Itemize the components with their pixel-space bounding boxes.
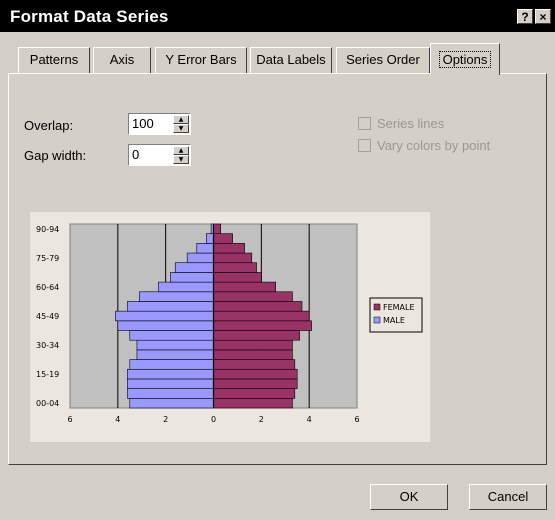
tab-data-labels[interactable]: Data Labels [250,47,332,73]
bar-male-70-74 [174,262,214,273]
gap-width-input[interactable] [132,147,166,162]
bar-female-70-74 [213,262,257,273]
y-tick-label: 30-34 [36,341,59,350]
cancel-button[interactable]: Cancel [469,484,547,510]
legend-swatch-male [373,316,381,324]
gap-width-label: Gap width: [24,148,87,163]
y-tick-label: 15-19 [36,370,59,379]
bar-male-10-14 [127,378,214,389]
bar-female-60-64 [213,281,276,293]
legend-swatch-female [373,303,381,311]
bar-male-55-59 [139,291,214,302]
gap-width-spinner[interactable]: ▲ ▼ [128,144,191,166]
bar-male-85-89 [206,233,214,244]
bar-female-10-14 [213,378,298,389]
overlap-up-arrow-icon[interactable]: ▲ [173,115,189,124]
close-button[interactable]: × [535,9,551,24]
vary-colors-label: Vary colors by point [377,138,491,153]
overlap-input[interactable] [132,116,166,131]
bar-female-80-84 [213,243,245,254]
format-data-series-dialog: Format Data Series ? × Patterns Axis Y E… [0,0,555,520]
series-lines-checkbox[interactable] [358,117,371,130]
x-tick-label: 2 [163,415,168,424]
ok-button[interactable]: OK [370,484,448,510]
y-tick-label: 00-04 [36,399,59,408]
bar-female-40-44 [213,320,312,331]
bar-male-80-84 [196,243,214,254]
bar-female-00-04 [213,398,293,409]
bar-female-50-54 [213,301,303,312]
tab-series-order[interactable]: Series Order [336,47,430,73]
overlap-down-arrow-icon[interactable]: ▼ [173,124,189,133]
y-tick-label: 90-94 [36,225,59,234]
bar-female-25-29 [213,349,293,360]
bar-female-20-24 [213,359,296,370]
x-tick-label: 6 [67,415,72,424]
legend-label-female: FEMALE [383,303,415,312]
tab-y-error-bars[interactable]: Y Error Bars [155,47,247,73]
overlap-spinner[interactable]: ▲ ▼ [128,113,191,135]
bar-female-45-49 [213,310,310,322]
y-tick-label: 45-49 [36,312,59,321]
x-tick-label: 4 [307,415,312,424]
bar-male-30-34 [136,339,214,351]
bar-female-65-69 [213,272,262,283]
bar-male-20-24 [129,359,214,370]
x-tick-label: 2 [259,415,264,424]
bar-female-75-79 [213,252,253,264]
tab-axis[interactable]: Axis [93,47,151,73]
population-pyramid-chart: 00-04 15-19 30-34 45-49 60-64 75-79 90-94 6 4 2 0 2… [36,223,423,424]
bar-male-35-39 [129,330,214,341]
tab-options-label: Options [438,51,492,68]
tab-options[interactable]: Options [430,43,500,75]
bar-male-40-44 [117,320,214,331]
x-tick-label: 4 [115,415,120,424]
bar-male-15-19 [127,368,214,380]
legend-label-male: MALE [383,316,405,325]
bar-male-50-54 [127,301,214,312]
vary-colors-checkbox[interactable] [358,139,371,152]
bar-male-60-64 [158,281,214,293]
dialog-title: Format Data Series [10,7,169,26]
y-tick-label: 75-79 [36,254,59,263]
bar-female-05-09 [213,388,296,399]
gap-width-up-arrow-icon[interactable]: ▲ [173,146,189,155]
bar-male-45-49 [115,310,214,322]
help-button[interactable]: ? [517,9,533,24]
bar-male-05-09 [127,388,214,399]
bar-female-90-94 [213,223,221,234]
title-bar[interactable]: Format Data Series ? × [0,0,555,32]
x-tick-label: 6 [354,415,359,424]
x-tick-label: 0 [211,415,216,424]
y-tick-label: 60-64 [36,283,59,292]
bar-male-65-69 [170,272,214,283]
bar-male-75-79 [186,252,214,264]
bar-female-35-39 [213,330,300,341]
bar-male-25-29 [136,349,214,360]
chart-preview: 00-04 15-19 30-34 45-49 60-64 75-79 90-94 6 4 2 0 2… [30,212,430,442]
series-lines-label: Series lines [377,116,445,131]
bar-female-30-34 [213,339,293,351]
tab-patterns[interactable]: Patterns [18,47,90,73]
gap-width-down-arrow-icon[interactable]: ▼ [173,155,189,164]
bar-male-00-04 [129,398,214,409]
bar-female-85-89 [213,233,233,244]
overlap-label: Overlap: [24,118,74,133]
bar-female-15-19 [213,368,298,380]
bar-female-55-59 [213,291,293,302]
